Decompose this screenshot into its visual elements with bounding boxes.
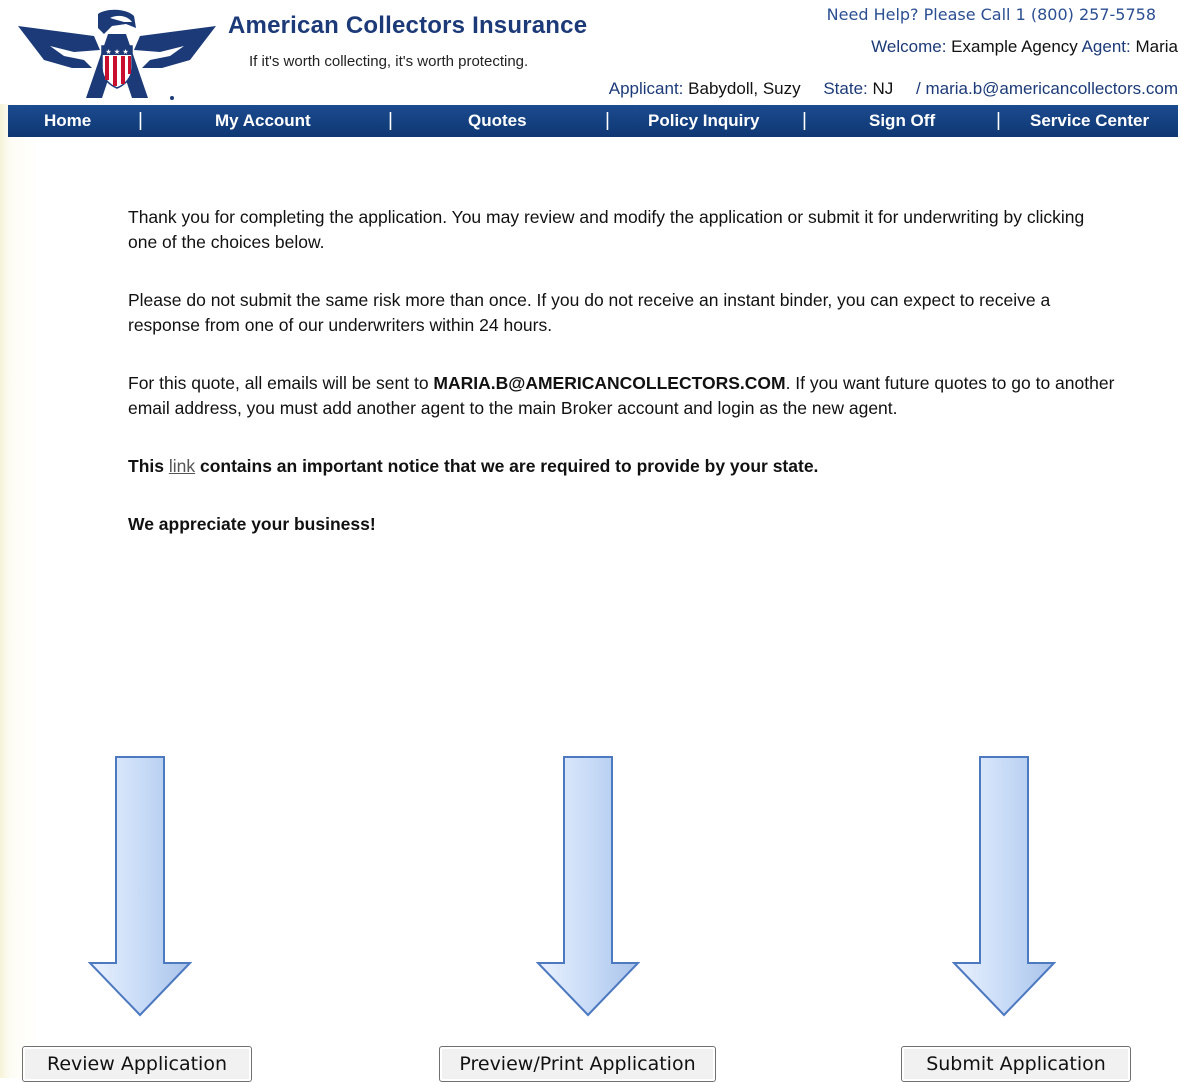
email-notice: For this quote, all emails will be sent … (128, 371, 1118, 421)
nav-sign-off[interactable]: Sign Off (869, 111, 935, 131)
welcome-line: Welcome: Example Agency Agent: Maria (871, 37, 1178, 57)
nav-separator: | (802, 110, 807, 131)
state-label: State: (823, 79, 868, 98)
nav-service-center[interactable]: Service Center (1030, 111, 1149, 131)
applicant-name: Babydoll, Suzy (688, 79, 801, 98)
help-phone: Need Help? Please Call 1 (800) 257-5758 (826, 5, 1156, 24)
applicant-label: Applicant: (608, 79, 684, 98)
down-arrow-icon (88, 756, 192, 1017)
eagle-logo[interactable]: ★ ★ ★ (14, 6, 220, 102)
main-nav: Home | My Account | Quotes | Policy Inqu… (8, 105, 1178, 137)
thank-you-text: Thank you for completing the application… (128, 207, 1085, 252)
notice-email-address: MARIA.B@AMERICANCOLLECTORS.COM (433, 373, 786, 393)
preview-print-application-button[interactable]: Preview/Print Application (439, 1046, 716, 1082)
confirmation-message: Thank you for completing the application… (128, 205, 1118, 570)
welcome-label: Welcome: (871, 37, 947, 56)
svg-text:★ ★ ★: ★ ★ ★ (105, 48, 128, 56)
duplicate-risk-notice: Please do not submit the same risk more … (128, 290, 1051, 335)
nav-quotes[interactable]: Quotes (468, 111, 527, 131)
state-value: NJ (872, 79, 894, 98)
agency-name: Example Agency (951, 37, 1078, 56)
down-arrow-icon (952, 756, 1056, 1017)
submit-application-button[interactable]: Submit Application (901, 1046, 1131, 1082)
appreciation-text: We appreciate your business! (128, 514, 376, 534)
state-notice-text-rest: contains an important notice that we are… (195, 456, 819, 476)
brand-name: American Collectors Insurance (228, 12, 588, 39)
nav-my-account[interactable]: My Account (215, 111, 311, 131)
agent-label: Agent: (1081, 37, 1131, 56)
brand-tagline: If it's worth collecting, it's worth pro… (249, 53, 529, 70)
nav-policy-inquiry[interactable]: Policy Inquiry (648, 111, 759, 131)
state-notice: This link contains an important notice t… (128, 454, 1118, 479)
email-separator: / (916, 79, 921, 98)
nav-separator: | (605, 110, 610, 131)
review-application-button[interactable]: Review Application (22, 1046, 252, 1082)
applicant-line: Applicant: Babydoll, Suzy State: NJ / ma… (609, 79, 1178, 99)
down-arrow-icon (536, 756, 640, 1017)
agent-name: Maria (1135, 37, 1178, 56)
site-header: ★ ★ ★ American Collectors Insurance If i… (0, 0, 1180, 104)
nav-separator: | (388, 110, 393, 131)
nav-separator: | (138, 110, 143, 131)
nav-separator: | (996, 110, 1001, 131)
state-notice-link[interactable]: link (169, 456, 195, 476)
email-notice-text: For this quote, all emails will be sent … (128, 373, 434, 393)
nav-home[interactable]: Home (44, 111, 91, 131)
state-notice-text: This (128, 456, 169, 476)
agent-email: maria.b@americancollectors.com (925, 79, 1178, 98)
